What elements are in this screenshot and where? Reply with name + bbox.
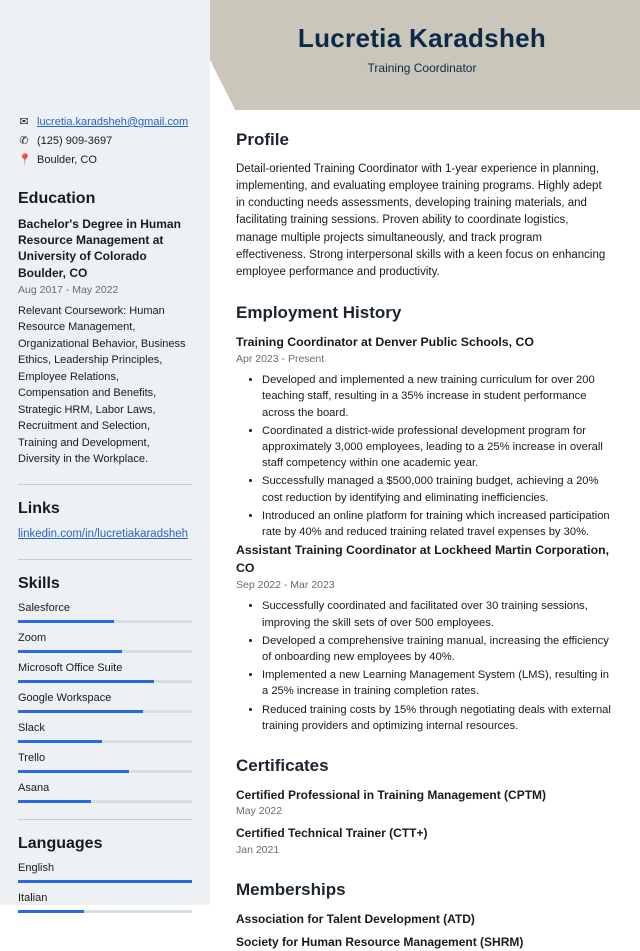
skill-bar — [18, 740, 192, 743]
membership-item: Association for Talent Development (ATD) — [236, 911, 612, 928]
skill-bar-fill — [18, 620, 114, 623]
profile-heading: Profile — [236, 128, 612, 153]
language-bar-fill — [18, 880, 192, 883]
phone-text: (125) 909-3697 — [37, 134, 112, 150]
skill-name: Salesforce — [18, 601, 192, 617]
education-body: Relevant Coursework: Human Resource Mana… — [18, 303, 192, 468]
envelope-icon: ✉ — [18, 115, 30, 131]
profile-section: Profile Detail-oriented Training Coordin… — [236, 128, 612, 281]
language-name: Italian — [18, 891, 192, 907]
skill-bar-fill — [18, 740, 102, 743]
contact-location: 📍 Boulder, CO — [18, 153, 192, 169]
languages-heading: Languages — [18, 832, 192, 855]
skill-item: Asana — [18, 781, 192, 803]
certificate-title: Certified Professional in Training Manag… — [236, 787, 612, 804]
skill-item: Zoom — [18, 631, 192, 653]
skill-bar — [18, 770, 192, 773]
skills-block: Skills Salesforce Zoom Microsoft Office Su… — [18, 572, 192, 803]
location-text: Boulder, CO — [37, 153, 97, 169]
language-bar — [18, 880, 192, 883]
certificates-section: Certificates Certified Professional in T… — [236, 754, 612, 858]
email-link[interactable]: lucretia.karadsheh@gmail.com — [37, 115, 188, 131]
profile-body: Detail-oriented Training Coordinator wit… — [236, 161, 612, 282]
skill-item: Microsoft Office Suite — [18, 661, 192, 683]
job-dates: Apr 2023 - Present — [236, 352, 612, 367]
language-name: English — [18, 861, 192, 877]
job-bullet: Successfully coordinated and facilitated… — [262, 598, 612, 630]
divider — [18, 484, 192, 485]
language-bar-fill — [18, 910, 84, 913]
job-title: Training Coordinator at Denver Public Sc… — [236, 334, 612, 352]
linkedin-link[interactable]: linkedin.com/in/lucretiakaradsheh — [18, 528, 188, 540]
job-dates: Sep 2022 - Mar 2023 — [236, 578, 612, 593]
skill-bar — [18, 650, 192, 653]
job-bullets: Successfully coordinated and facilitated… — [236, 598, 612, 734]
skill-bar — [18, 710, 192, 713]
main-content: Profile Detail-oriented Training Coordin… — [210, 0, 640, 905]
job-bullet: Reduced training costs by 15% through ne… — [262, 702, 612, 734]
membership-item: Society for Human Resource Management (S… — [236, 934, 612, 951]
languages-block: Languages English Italian — [18, 832, 192, 913]
skill-bar — [18, 620, 192, 623]
job-entry: Training Coordinator at Denver Public Sc… — [236, 334, 612, 540]
skill-bar-fill — [18, 800, 91, 803]
skill-item: Slack — [18, 721, 192, 743]
employment-heading: Employment History — [236, 301, 612, 326]
skill-bar-fill — [18, 770, 129, 773]
job-entry: Assistant Training Coordinator at Lockhe… — [236, 542, 612, 734]
job-bullet: Developed a comprehensive training manua… — [262, 633, 612, 665]
job-bullet: Introduced an online platform for traini… — [262, 508, 612, 540]
contact-list: ✉ lucretia.karadsheh@gmail.com ✆ (125) 909… — [18, 115, 192, 169]
skill-name: Google Workspace — [18, 691, 192, 707]
certificates-heading: Certificates — [236, 754, 612, 779]
job-bullet: Successfully managed a $500,000 training… — [262, 473, 612, 505]
language-bar — [18, 910, 192, 913]
education-dates: Aug 2017 - May 2022 — [18, 283, 192, 298]
full-name: Lucretia Karadsheh — [232, 20, 612, 58]
skill-item: Salesforce — [18, 601, 192, 623]
memberships-section: Memberships Association for Talent Devel… — [236, 878, 612, 951]
location-pin-icon: 📍 — [18, 153, 30, 169]
job-bullets: Developed and implemented a new training… — [236, 372, 612, 540]
job-title: Assistant Training Coordinator at Lockhe… — [236, 542, 612, 578]
certificate-title: Certified Technical Trainer (CTT+) — [236, 825, 612, 842]
skill-name: Microsoft Office Suite — [18, 661, 192, 677]
skill-item: Google Workspace — [18, 691, 192, 713]
job-title-header: Training Coordinator — [232, 60, 612, 77]
employment-section: Employment History Training Coordinator … — [236, 301, 612, 734]
education-heading: Education — [18, 187, 192, 210]
job-bullet: Implemented a new Learning Management Sy… — [262, 667, 612, 699]
certificate-date: May 2022 — [236, 804, 612, 819]
skill-name: Zoom — [18, 631, 192, 647]
skill-name: Asana — [18, 781, 192, 797]
skill-bar-fill — [18, 710, 143, 713]
certificate-date: Jan 2021 — [236, 843, 612, 858]
job-bullet: Coordinated a district-wide professional… — [262, 423, 612, 472]
links-heading: Links — [18, 497, 192, 520]
name-block: Lucretia Karadsheh Training Coordinator — [232, 20, 612, 77]
skill-bar — [18, 800, 192, 803]
skill-bar — [18, 680, 192, 683]
links-block: Links linkedin.com/in/lucretiakaradsheh — [18, 497, 192, 543]
skills-heading: Skills — [18, 572, 192, 595]
education-degree: Bachelor's Degree in Human Resource Mana… — [18, 216, 192, 281]
memberships-heading: Memberships — [236, 878, 612, 903]
language-item: English — [18, 861, 192, 883]
skill-bar-fill — [18, 650, 122, 653]
skill-name: Slack — [18, 721, 192, 737]
education-block: Education Bachelor's Degree in Human Res… — [18, 187, 192, 468]
language-item: Italian — [18, 891, 192, 913]
skill-name: Trello — [18, 751, 192, 767]
divider — [18, 819, 192, 820]
sidebar: ✉ lucretia.karadsheh@gmail.com ✆ (125) 909… — [0, 0, 210, 905]
divider — [18, 559, 192, 560]
skill-bar-fill — [18, 680, 154, 683]
contact-phone: ✆ (125) 909-3697 — [18, 134, 192, 150]
contact-email: ✉ lucretia.karadsheh@gmail.com — [18, 115, 192, 131]
skill-item: Trello — [18, 751, 192, 773]
phone-icon: ✆ — [18, 134, 30, 150]
job-bullet: Developed and implemented a new training… — [262, 372, 612, 421]
